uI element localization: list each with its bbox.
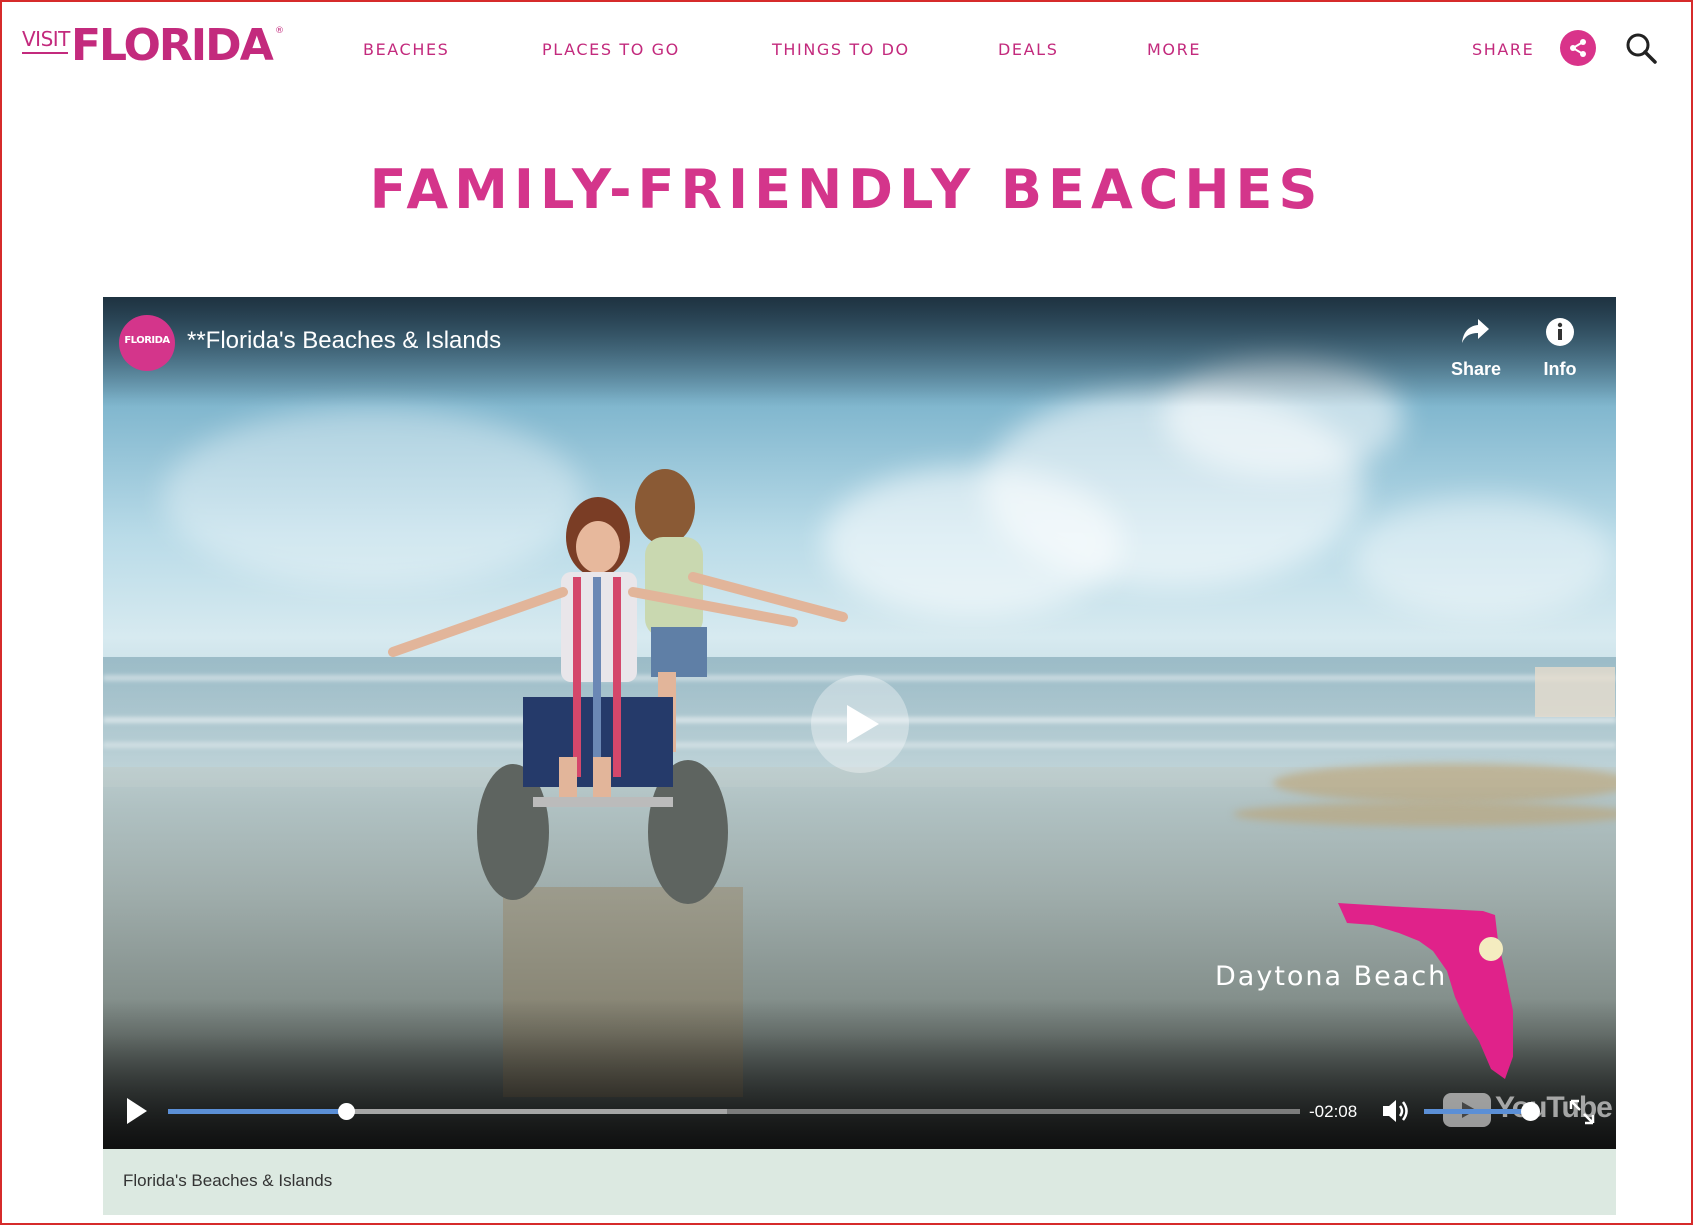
- logo-visit-text: VISIT: [22, 27, 70, 51]
- play-button[interactable]: [125, 1097, 153, 1127]
- play-icon: [847, 705, 879, 743]
- nav-things-to-do[interactable]: THINGS TO DO: [772, 40, 910, 59]
- video-info-label: Info: [1543, 359, 1577, 379]
- big-play-button[interactable]: [811, 675, 909, 773]
- video-title[interactable]: **Florida's Beaches & Islands: [187, 327, 501, 355]
- sand-bar: [1273, 763, 1616, 803]
- nav-beaches[interactable]: BEACHES: [363, 40, 449, 59]
- share-icon[interactable]: [1560, 30, 1596, 66]
- page-title: FAMILY-FRIENDLY BEACHES: [369, 158, 1324, 221]
- progress-scrubber[interactable]: [337, 1103, 355, 1120]
- logo-registered-mark: ®: [275, 26, 284, 36]
- logo-underline: [22, 52, 68, 54]
- nav-places-to-go[interactable]: PLACES TO GO: [542, 40, 680, 59]
- volume-slider[interactable]: [1424, 1102, 1540, 1121]
- video-caption-text: Florida's Beaches & Islands: [123, 1171, 333, 1190]
- video-caption-bar: Florida's Beaches & Islands: [103, 1149, 1616, 1215]
- fullscreen-icon[interactable]: [1569, 1099, 1595, 1129]
- play-icon: [127, 1098, 147, 1124]
- visit-florida-logo[interactable]: VISIT FLORIDA ®: [20, 20, 284, 72]
- info-icon: [1546, 318, 1574, 346]
- volume-knob[interactable]: [1520, 1102, 1540, 1121]
- florida-map-icon: [1338, 903, 1513, 1079]
- share-arrow-icon: [1462, 319, 1489, 343]
- volume-icon[interactable]: [1381, 1097, 1409, 1129]
- distant-buildings: [1535, 667, 1615, 717]
- cloud-shape: [1353, 497, 1613, 617]
- nav-deals[interactable]: DEALS: [998, 40, 1058, 59]
- progress-played: [168, 1109, 346, 1114]
- video-player[interactable]: FLORIDA **Florida's Beaches & Islands Sh…: [103, 297, 1616, 1149]
- video-info-button[interactable]: Info: [1525, 313, 1595, 383]
- nav-more[interactable]: MORE: [1147, 40, 1201, 59]
- volume-level: [1424, 1109, 1530, 1114]
- video-share-label: Share: [1450, 359, 1502, 379]
- video-share-button[interactable]: Share: [1441, 313, 1511, 383]
- channel-avatar[interactable]: FLORIDA: [119, 315, 175, 371]
- sand-bar: [1233, 802, 1616, 826]
- share-link[interactable]: SHARE: [1472, 40, 1534, 59]
- logo-florida-text: FLORIDA: [71, 20, 274, 71]
- channel-avatar-text: FLORIDA: [124, 335, 170, 346]
- progress-bar[interactable]: [168, 1103, 1300, 1120]
- site-header: VISIT FLORIDA ® BEACHES PLACES TO GO THI…: [2, 2, 1691, 98]
- time-remaining: -02:08: [1309, 1102, 1358, 1121]
- search-icon[interactable]: [1623, 30, 1659, 66]
